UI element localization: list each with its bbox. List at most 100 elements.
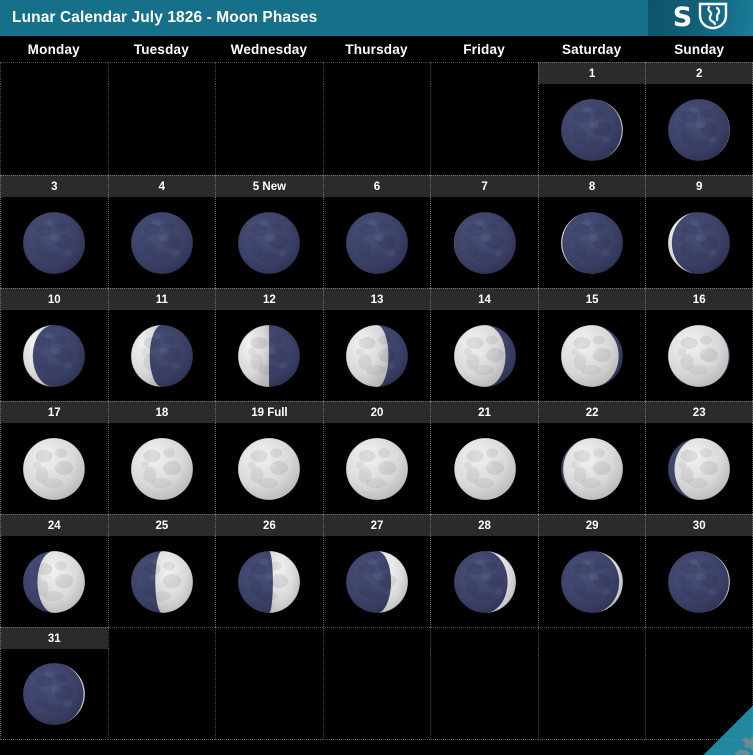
date-cell[interactable]: 12 bbox=[215, 288, 323, 310]
moon-cell-empty bbox=[215, 84, 323, 175]
moon-cell-empty bbox=[645, 649, 753, 740]
moon-cell[interactable] bbox=[0, 310, 108, 401]
moon-phase-icon bbox=[451, 548, 519, 616]
date-cell[interactable]: 17 bbox=[0, 401, 108, 423]
site-logo[interactable]: S bbox=[648, 0, 753, 36]
moon-cell[interactable] bbox=[215, 536, 323, 627]
moon-cell[interactable] bbox=[537, 310, 646, 401]
date-cell[interactable]: 22 bbox=[537, 401, 646, 423]
moon-disc bbox=[238, 550, 301, 613]
moon-cell[interactable] bbox=[645, 310, 753, 401]
moon-cell[interactable] bbox=[430, 423, 538, 514]
moon-cell[interactable] bbox=[107, 423, 216, 514]
moon-phase-icon bbox=[451, 209, 519, 277]
date-cell[interactable]: 4 bbox=[107, 175, 216, 197]
moon-cell-empty bbox=[107, 649, 216, 740]
moon-cell[interactable] bbox=[430, 197, 538, 288]
date-label-row: 12 bbox=[0, 62, 753, 84]
moon-phase-icon bbox=[665, 96, 733, 164]
moon-disc bbox=[130, 324, 194, 387]
date-cell[interactable]: 13 bbox=[322, 288, 431, 310]
date-cell[interactable]: 28 bbox=[430, 514, 538, 536]
moon-cell[interactable] bbox=[0, 197, 108, 288]
moon-disc bbox=[22, 324, 86, 387]
date-cell[interactable]: 6 bbox=[322, 175, 431, 197]
date-cell[interactable]: 25 bbox=[107, 514, 216, 536]
moon-cell[interactable] bbox=[645, 197, 753, 288]
moon-cell[interactable] bbox=[215, 310, 323, 401]
date-cell[interactable]: 2 bbox=[645, 62, 753, 84]
moon-cell[interactable] bbox=[322, 423, 431, 514]
moon-phase-icon bbox=[128, 435, 196, 503]
moon-cell[interactable] bbox=[0, 423, 108, 514]
date-cell[interactable]: 7 bbox=[430, 175, 538, 197]
moon-cell[interactable] bbox=[107, 536, 216, 627]
moon-cell[interactable] bbox=[0, 649, 108, 740]
date-cell[interactable]: 31 bbox=[0, 627, 108, 649]
moon-cell[interactable] bbox=[430, 310, 538, 401]
calendar-week-row: 12 bbox=[0, 62, 753, 175]
moon-phase-icon bbox=[20, 435, 88, 503]
moon-phase-icon bbox=[558, 548, 626, 616]
moon-cell[interactable] bbox=[430, 536, 538, 627]
date-cell[interactable]: 26 bbox=[215, 514, 323, 536]
header-bar: Lunar Calendar July 1826 - Moon Phases S bbox=[0, 0, 753, 36]
moon-image-row bbox=[0, 310, 753, 401]
moon-phase-icon bbox=[343, 322, 411, 390]
moon-disc bbox=[560, 324, 624, 387]
moon-disc bbox=[238, 211, 301, 274]
date-cell[interactable]: 8 bbox=[537, 175, 646, 197]
moon-cell[interactable] bbox=[537, 197, 646, 288]
moon-phase-icon bbox=[665, 435, 733, 503]
date-cell[interactable]: 10 bbox=[0, 288, 108, 310]
date-cell[interactable]: 30 bbox=[645, 514, 753, 536]
moon-cell[interactable] bbox=[0, 536, 108, 627]
moon-image-row bbox=[0, 197, 753, 288]
moon-cell[interactable] bbox=[107, 310, 216, 401]
moon-disc bbox=[453, 550, 516, 613]
moon-cell[interactable] bbox=[322, 310, 431, 401]
moon-cell[interactable] bbox=[215, 423, 323, 514]
moon-cell[interactable] bbox=[537, 536, 646, 627]
moon-disc bbox=[130, 550, 194, 613]
date-cell[interactable]: 15 bbox=[537, 288, 646, 310]
moon-phase-icon bbox=[343, 548, 411, 616]
moon-cell[interactable] bbox=[322, 197, 431, 288]
date-cell[interactable]: 27 bbox=[322, 514, 431, 536]
date-cell[interactable]: 19 Full bbox=[215, 401, 323, 423]
moon-disc bbox=[22, 550, 86, 613]
moon-cell[interactable] bbox=[322, 536, 431, 627]
moon-cell[interactable] bbox=[645, 84, 753, 175]
moon-cell[interactable] bbox=[645, 423, 753, 514]
moon-cell[interactable] bbox=[107, 197, 216, 288]
date-cell[interactable]: 21 bbox=[430, 401, 538, 423]
moon-cell[interactable] bbox=[645, 536, 753, 627]
page-title: Lunar Calendar July 1826 - Moon Phases bbox=[12, 9, 318, 26]
date-cell[interactable]: 9 bbox=[645, 175, 753, 197]
calendar-week-row: 17 18 19 Full 20 21 22 23 bbox=[0, 401, 753, 514]
date-cell-empty bbox=[0, 62, 108, 84]
date-cell[interactable]: 24 bbox=[0, 514, 108, 536]
moon-phase-icon bbox=[235, 435, 303, 503]
moon-disc bbox=[453, 211, 516, 274]
moon-phase-icon bbox=[665, 322, 733, 390]
moon-phase-icon bbox=[235, 209, 303, 277]
date-cell[interactable]: 3 bbox=[0, 175, 108, 197]
date-cell[interactable]: 16 bbox=[645, 288, 753, 310]
date-cell[interactable]: 20 bbox=[322, 401, 431, 423]
moon-phase-icon bbox=[20, 322, 88, 390]
moon-cell[interactable] bbox=[537, 84, 646, 175]
date-cell[interactable]: 29 bbox=[537, 514, 646, 536]
date-cell[interactable]: 18 bbox=[107, 401, 216, 423]
moon-cell[interactable] bbox=[537, 423, 646, 514]
date-cell[interactable]: 23 bbox=[645, 401, 753, 423]
date-cell-empty bbox=[215, 62, 323, 84]
date-cell[interactable]: 5 New bbox=[215, 175, 323, 197]
date-cell[interactable]: 11 bbox=[107, 288, 216, 310]
date-cell[interactable]: 1 bbox=[537, 62, 646, 84]
moon-phase-icon bbox=[128, 548, 196, 616]
moon-cell[interactable] bbox=[215, 197, 323, 288]
lunar-calendar-page: Lunar Calendar July 1826 - Moon Phases S… bbox=[0, 0, 753, 755]
moon-phase-icon bbox=[128, 209, 196, 277]
date-cell[interactable]: 14 bbox=[430, 288, 538, 310]
